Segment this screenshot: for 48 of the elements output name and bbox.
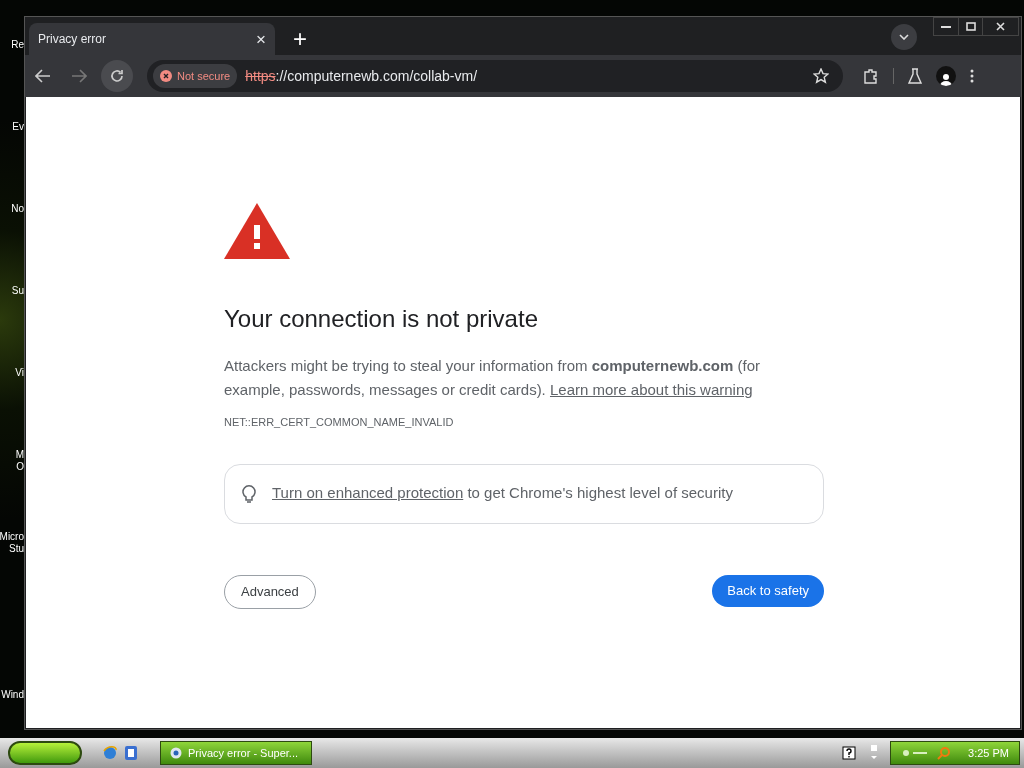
forward-icon[interactable] bbox=[71, 69, 87, 83]
desktop-icon-label[interactable]: Wind bbox=[0, 689, 24, 713]
close-icon bbox=[996, 22, 1005, 31]
desktop-icon-label[interactable]: M O bbox=[0, 449, 24, 473]
desktop-icon-label[interactable]: No bbox=[0, 203, 24, 227]
url-text: https://computernewb.com/collab-vm/ bbox=[245, 66, 478, 86]
profile-icon[interactable] bbox=[936, 66, 956, 86]
reload-button[interactable] bbox=[101, 60, 133, 92]
lightbulb-icon bbox=[242, 483, 256, 504]
help-icon[interactable] bbox=[842, 746, 856, 760]
address-bar[interactable]: Not secure https://computernewb.com/collab-vm/ bbox=[147, 60, 843, 92]
error-icon bbox=[160, 70, 172, 82]
back-to-safety-button[interactable]: Back to safety bbox=[712, 574, 824, 607]
new-tab-button[interactable]: + bbox=[288, 27, 312, 51]
error-message: Attackers might be trying to steal your information from computernewb.com (for example, passwords, messages or credit cards). Learn more about this warning bbox=[224, 356, 761, 400]
desktop-icon-label[interactable]: Re bbox=[0, 39, 24, 63]
puzzle-icon[interactable] bbox=[863, 68, 879, 84]
chevron-down-icon bbox=[899, 34, 909, 40]
enhanced-protection-link[interactable]: Turn on enhanced protection bbox=[272, 484, 464, 502]
maximize-icon bbox=[965, 22, 976, 31]
desktop-icon-label[interactable]: Su bbox=[0, 285, 24, 309]
page-heading: Your connection is not private bbox=[224, 304, 539, 334]
clock: 3:25 PM bbox=[968, 745, 1009, 761]
magnifier-icon bbox=[937, 746, 951, 760]
learn-more-link[interactable]: Learn more about this warning bbox=[549, 381, 753, 398]
minimize-icon bbox=[941, 25, 951, 28]
star-icon[interactable] bbox=[813, 68, 829, 84]
globe-icon[interactable] bbox=[102, 745, 118, 761]
desktop-icon-label[interactable]: Vi bbox=[0, 367, 24, 391]
desktop-icon-label[interactable]: Micro Stu bbox=[0, 531, 24, 555]
reload-icon bbox=[109, 68, 125, 84]
security-label: Not secure bbox=[177, 68, 231, 84]
warning-icon bbox=[224, 203, 290, 259]
start-button[interactable] bbox=[8, 741, 82, 765]
back-icon[interactable] bbox=[35, 69, 51, 83]
security-chip[interactable]: Not secure bbox=[153, 64, 238, 88]
task-title: Privacy error - Super... bbox=[188, 745, 299, 761]
tab-title: Privacy error bbox=[38, 31, 106, 48]
desktop-icon-label[interactable]: Ev bbox=[0, 121, 24, 145]
browser-tab[interactable]: Privacy error × bbox=[29, 23, 275, 55]
document-icon[interactable] bbox=[124, 745, 138, 761]
close-tab-button[interactable]: × bbox=[256, 30, 266, 48]
menu-icon[interactable] bbox=[970, 69, 974, 83]
browser-icon bbox=[170, 747, 182, 759]
error-code: NET::ERR_CERT_COMMON_NAME_INVALID bbox=[224, 415, 455, 430]
flask-icon[interactable] bbox=[908, 68, 922, 84]
protection-text: Turn on enhanced protection to get Chrome's highest level of security bbox=[272, 483, 733, 504]
tab-search-button[interactable] bbox=[891, 24, 917, 50]
